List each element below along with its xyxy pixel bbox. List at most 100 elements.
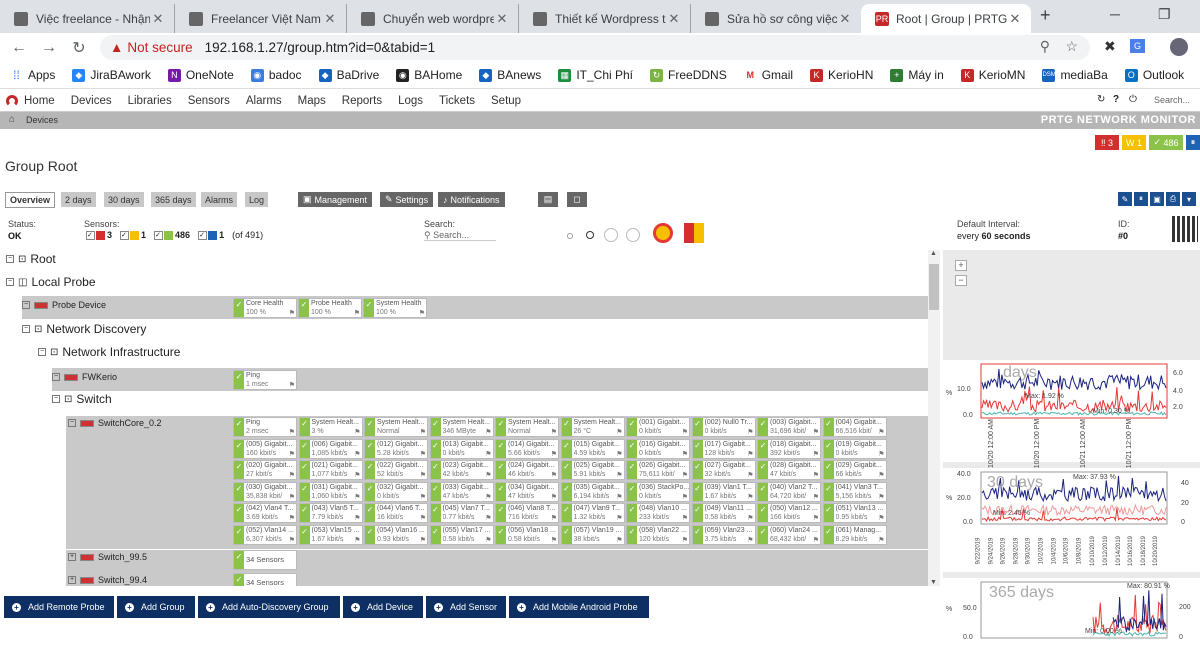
flag-icon[interactable]: ⚑ bbox=[813, 536, 819, 545]
browser-tab[interactable]: Sửa hồ sơ công việc củ ✕ bbox=[691, 4, 861, 33]
status-badge-paused[interactable]: ⏸ bbox=[1186, 135, 1200, 150]
flag-icon[interactable]: ⚑ bbox=[878, 536, 884, 545]
tree-node-network-discovery[interactable]: − ⊡ Network Discovery bbox=[22, 322, 146, 336]
flag-icon[interactable]: ⚑ bbox=[616, 471, 622, 480]
close-icon[interactable]: ✕ bbox=[666, 11, 682, 27]
refresh-icon[interactable]: ↻ bbox=[1097, 94, 1105, 105]
avatar[interactable] bbox=[1170, 38, 1188, 56]
sensor-tile[interactable]: ✓ (029) Gigabit... 66 kbit/s ⚑ bbox=[822, 460, 887, 480]
flag-icon[interactable]: ⚑ bbox=[289, 450, 295, 459]
sensor-tile[interactable]: ✓ System Health 100 % ⚑ bbox=[363, 298, 427, 318]
sensor-tile[interactable]: ✓ (005) Gigabit... 160 kbit/s ⚑ bbox=[233, 438, 297, 459]
sensor-summary-tile[interactable]: ✓ 34 Sensors bbox=[233, 550, 297, 570]
view-size-xs-icon[interactable] bbox=[567, 233, 573, 239]
sensor-tile[interactable]: ✓ (014) Gigabit... 5.66 kbit/s ⚑ bbox=[495, 438, 559, 459]
sensor-tile[interactable]: ✓ (006) Gigabit... 1,085 kbit/s ⚑ bbox=[298, 438, 363, 459]
flag-icon[interactable]: ⚑ bbox=[289, 536, 295, 545]
menu-home[interactable]: Home bbox=[24, 95, 55, 107]
sensor-tile[interactable]: ✓ (051) Vlan13 ... 0.95 kbit/s ⚑ bbox=[822, 503, 887, 523]
flag-icon[interactable]: ⚑ bbox=[682, 514, 688, 523]
edit-icon[interactable]: ✎ bbox=[1118, 192, 1132, 206]
flag-icon[interactable]: ⚑ bbox=[354, 536, 360, 545]
flag-icon[interactable]: ⚑ bbox=[682, 450, 688, 459]
bookmark-item[interactable]: ◉ BAHome bbox=[396, 68, 462, 82]
treemap-view-icon[interactable] bbox=[684, 223, 704, 243]
add-sensor-button[interactable]: + Add Sensor bbox=[426, 596, 506, 618]
browser-tab-active[interactable]: PR Root | Group | PRTG Ne ✕ bbox=[861, 4, 1031, 33]
sensor-tile[interactable]: ✓ System Healt... Normal ⚑ bbox=[364, 417, 428, 437]
sensor-tile[interactable]: ✓ (045) Vlan7 T... 0.77 kbit/s ⚑ bbox=[429, 503, 494, 523]
sensor-tile[interactable]: ✓ (044) Vlan6 T... 16 kbit/s ⚑ bbox=[364, 503, 428, 523]
tree-node-switch-99-5[interactable]: + Switch_99.5 bbox=[68, 552, 147, 562]
sensor-tile[interactable]: ✓ (020) Gigabit... 27 kbit/s ⚑ bbox=[233, 460, 297, 480]
new-tab-button[interactable]: + bbox=[1040, 5, 1051, 26]
status-badge-warning[interactable]: W 1 bbox=[1122, 135, 1146, 150]
add-mobile-android-probe-button[interactable]: + Add Mobile Android Probe bbox=[509, 596, 649, 618]
notifications-button[interactable]: ♪ Notifications bbox=[438, 192, 505, 207]
bookmark-item[interactable]: K KerioHN bbox=[810, 68, 873, 82]
sensor-tile[interactable]: ✓ (046) Vlan8 T... 716 kbit/s ⚑ bbox=[495, 503, 559, 523]
collapse-icon[interactable]: − bbox=[6, 255, 14, 263]
bookmark-item[interactable]: ▦ IT_Chi Phí bbox=[558, 68, 633, 82]
flag-icon[interactable]: ⚑ bbox=[878, 493, 884, 502]
flag-icon[interactable]: ⚑ bbox=[813, 428, 819, 437]
sensor-tile[interactable]: ✓ (012) Gigabit... 5.28 kbit/s ⚑ bbox=[364, 438, 428, 459]
breadcrumb-devices[interactable]: Devices bbox=[26, 115, 58, 125]
extension-icon[interactable]: ✖ bbox=[1104, 38, 1116, 55]
flag-icon[interactable]: ⚑ bbox=[420, 471, 426, 480]
flag-icon[interactable]: ⚑ bbox=[747, 471, 753, 480]
add-remote-probe-button[interactable]: + Add Remote Probe bbox=[4, 596, 114, 618]
view-size-m-icon[interactable] bbox=[604, 228, 618, 242]
flag-icon[interactable]: ⚑ bbox=[551, 514, 557, 523]
tab-365-days[interactable]: 365 days bbox=[151, 192, 196, 207]
flag-icon[interactable]: ⚑ bbox=[354, 493, 360, 502]
tree-node-switchcore[interactable]: − SwitchCore_0.2 bbox=[68, 418, 162, 428]
sensor-tile[interactable]: ✓ (021) Gigabit... 1,077 kbit/s ⚑ bbox=[298, 460, 363, 480]
bookmark-item[interactable]: ◉ badoc bbox=[250, 68, 302, 82]
graph-2-days[interactable]: days 10.0 0.0 6.0 4.0 2.0 % Max: 1.92 % … bbox=[943, 360, 1200, 468]
sensor-tile[interactable]: ✓ (035) Gigabit... 6,194 kbit/s ⚑ bbox=[560, 481, 625, 502]
add-device-button[interactable]: + Add Device bbox=[343, 596, 423, 618]
collapse-icon[interactable]: − bbox=[52, 395, 60, 403]
menu-reports[interactable]: Reports bbox=[342, 95, 382, 107]
expand-icon[interactable]: + bbox=[68, 576, 76, 584]
collapse-icon[interactable]: − bbox=[38, 348, 46, 356]
print-icon[interactable]: ⎙ bbox=[1166, 192, 1180, 206]
sensor-tile[interactable]: ✓ Probe Health 100 % ⚑ bbox=[298, 298, 362, 318]
browser-tab[interactable]: Thiết kế Wordpress the ✕ bbox=[519, 4, 691, 33]
sensor-tile[interactable]: ✓ (050) Vlan12 ... 166 kbit/s ⚑ bbox=[757, 503, 821, 523]
flag-icon[interactable]: ⚑ bbox=[354, 428, 360, 437]
menu-libraries[interactable]: Libraries bbox=[128, 95, 172, 107]
sensor-tile[interactable]: ✓ System Healt... 346 MByte ⚑ bbox=[429, 417, 494, 437]
flag-icon[interactable]: ⚑ bbox=[289, 471, 295, 480]
sensor-tile[interactable]: ✓ (057) Vlan19 ... 38 kbit/s ⚑ bbox=[560, 524, 625, 545]
zoom-icon[interactable]: ⚲ bbox=[1040, 38, 1050, 55]
tree-search-input[interactable]: ⚲ Search... bbox=[424, 230, 496, 241]
forward-icon[interactable]: → bbox=[34, 39, 64, 57]
qr-code-icon[interactable] bbox=[1172, 216, 1198, 242]
zoom-in-button[interactable]: + bbox=[955, 260, 967, 271]
back-icon[interactable]: ← bbox=[4, 39, 34, 57]
history-icon[interactable]: ◻ bbox=[567, 192, 587, 207]
browser-tab[interactable]: Việc freelance - Nhận t ✕ bbox=[0, 4, 175, 33]
checkbox-icon[interactable]: ✓ bbox=[198, 230, 208, 240]
status-badge-down[interactable]: ‼ 3 bbox=[1095, 135, 1119, 150]
sensor-tile[interactable]: ✓ (053) Vlan15 ... 1.67 kbit/s ⚑ bbox=[298, 524, 363, 545]
more-icon[interactable]: ▾ bbox=[1182, 192, 1196, 206]
bookmark-item[interactable]: M Gmail bbox=[743, 68, 793, 82]
close-icon[interactable]: ✕ bbox=[837, 11, 853, 27]
tree-node-network-infrastructure[interactable]: − ⊡ Network Infrastructure bbox=[38, 345, 180, 359]
flag-icon[interactable]: ⚑ bbox=[485, 536, 491, 545]
sensor-tile[interactable]: ✓ (025) Gigabit... 5.91 kbit/s ⚑ bbox=[560, 460, 625, 480]
flag-icon[interactable]: ⚑ bbox=[551, 450, 557, 459]
scroll-up-icon[interactable]: ▲ bbox=[930, 250, 937, 257]
flag-icon[interactable]: ⚑ bbox=[551, 536, 557, 545]
tree-node-switch-99-4[interactable]: + Switch_99.4 bbox=[68, 575, 147, 585]
sensor-tile[interactable]: ✓ (022) Gigabit... 52 kbit/s ⚑ bbox=[364, 460, 428, 480]
flag-icon[interactable]: ⚑ bbox=[747, 428, 753, 437]
flag-icon[interactable]: ⚑ bbox=[616, 450, 622, 459]
sensor-tile[interactable]: ✓ (028) Gigabit... 47 kbit/s ⚑ bbox=[757, 460, 821, 480]
flag-icon[interactable]: ⚑ bbox=[354, 309, 360, 318]
flag-icon[interactable]: ⚑ bbox=[813, 471, 819, 480]
reload-icon[interactable]: ↻ bbox=[64, 38, 94, 58]
